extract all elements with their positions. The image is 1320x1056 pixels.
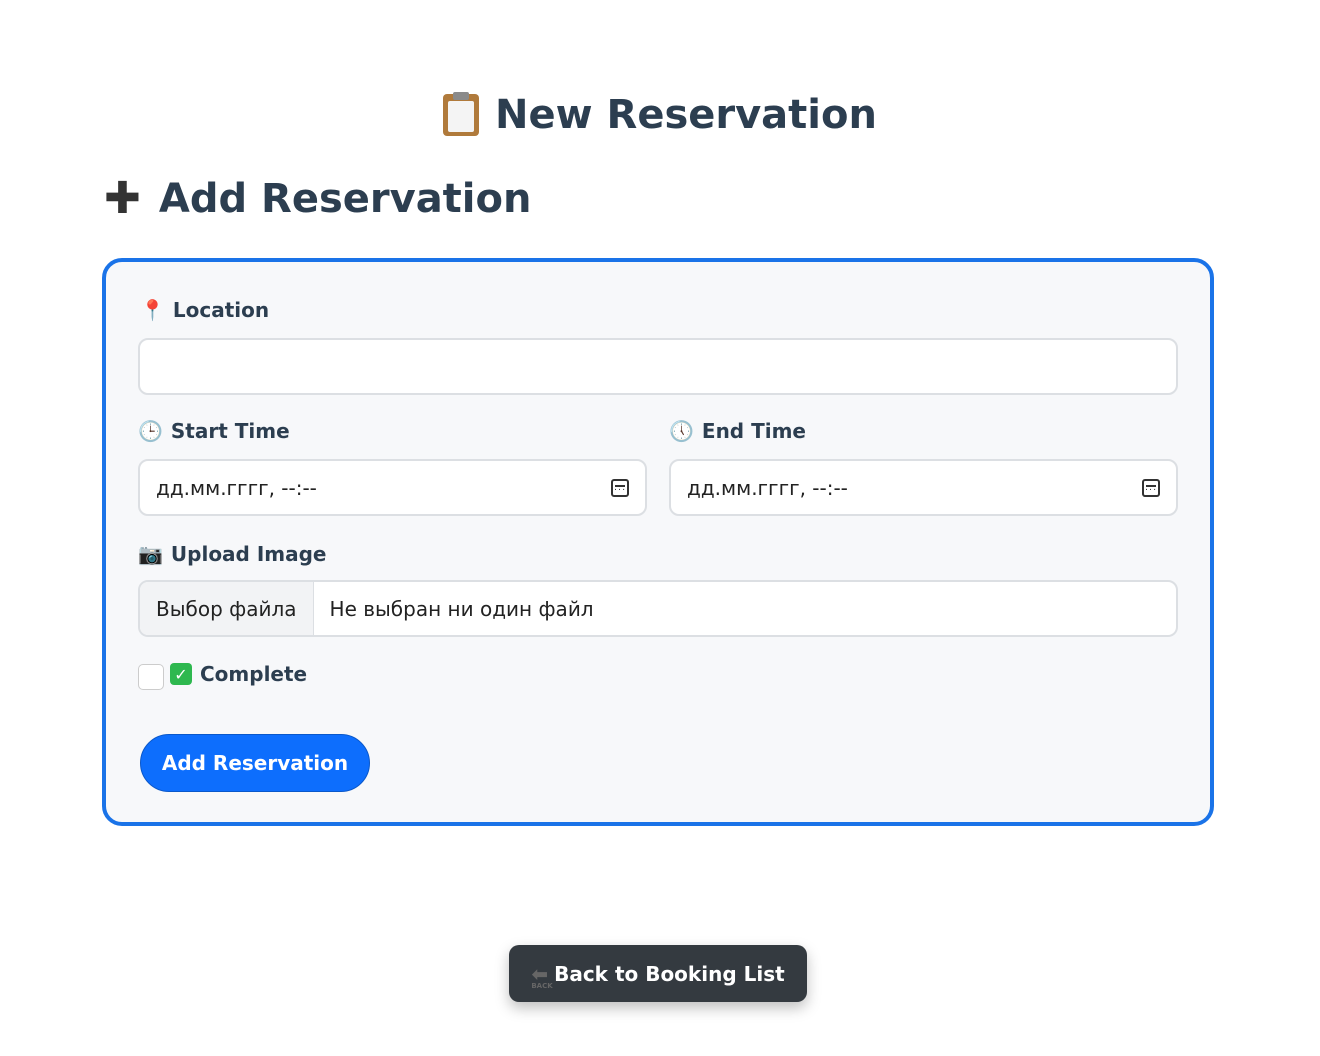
clock-icon: 🕔 [669, 419, 694, 443]
start-time-label: 🕒 Start Time [138, 419, 290, 443]
reservation-form: 📍 Location 🕒 Start Time дд.мм.гггг, --:-… [102, 258, 1214, 826]
camera-icon: 📷 [138, 542, 163, 566]
check-mark-icon: ✓ [170, 663, 192, 685]
upload-label-text: Upload Image [170, 542, 327, 566]
add-reservation-button[interactable]: Add Reservation [140, 734, 370, 792]
page-title: New Reservation [0, 92, 1320, 138]
end-time-placeholder: дд.мм.гггг, --:-- [687, 475, 848, 500]
back-arrow-icon: ⬅ BACK [531, 961, 553, 990]
complete-checkbox[interactable] [138, 664, 164, 690]
file-status: Не выбран ни один файл [329, 596, 594, 621]
calendar-icon[interactable] [611, 478, 629, 497]
start-time-label-text: Start Time [170, 419, 290, 443]
back-button-label: Back to Booking List [554, 961, 785, 986]
clipboard-icon [443, 92, 480, 136]
start-time-placeholder: дд.мм.гггг, --:-- [156, 475, 317, 500]
section-title-text: Add Reservation [158, 176, 532, 222]
end-time-input[interactable]: дд.мм.гггг, --:-- [669, 459, 1178, 516]
location-input[interactable] [138, 338, 1178, 395]
location-label-text: Location [172, 298, 270, 322]
image-file-input[interactable]: Выбор файла Не выбран ни один файл [138, 580, 1178, 637]
back-to-booking-list-button[interactable]: ⬅ BACK Back to Booking List [509, 945, 807, 1002]
back-icon-text: BACK [531, 981, 553, 990]
section-title: ✚ Add Reservation [104, 176, 531, 222]
complete-label: ✓ Complete [170, 662, 307, 686]
calendar-icon[interactable] [1142, 478, 1160, 497]
clock-icon: 🕒 [138, 419, 163, 443]
end-time-label-text: End Time [701, 419, 806, 443]
page-title-text: New Reservation [495, 92, 877, 138]
end-time-label: 🕔 End Time [669, 419, 806, 443]
pin-icon: 📍 [140, 298, 165, 322]
choose-file-button[interactable]: Выбор файла [140, 582, 314, 635]
start-time-input[interactable]: дд.мм.гггг, --:-- [138, 459, 647, 516]
location-label: 📍 Location [140, 298, 269, 322]
plus-icon: ✚ [104, 173, 141, 224]
complete-label-text: Complete [200, 662, 308, 686]
upload-label: 📷 Upload Image [138, 542, 327, 566]
